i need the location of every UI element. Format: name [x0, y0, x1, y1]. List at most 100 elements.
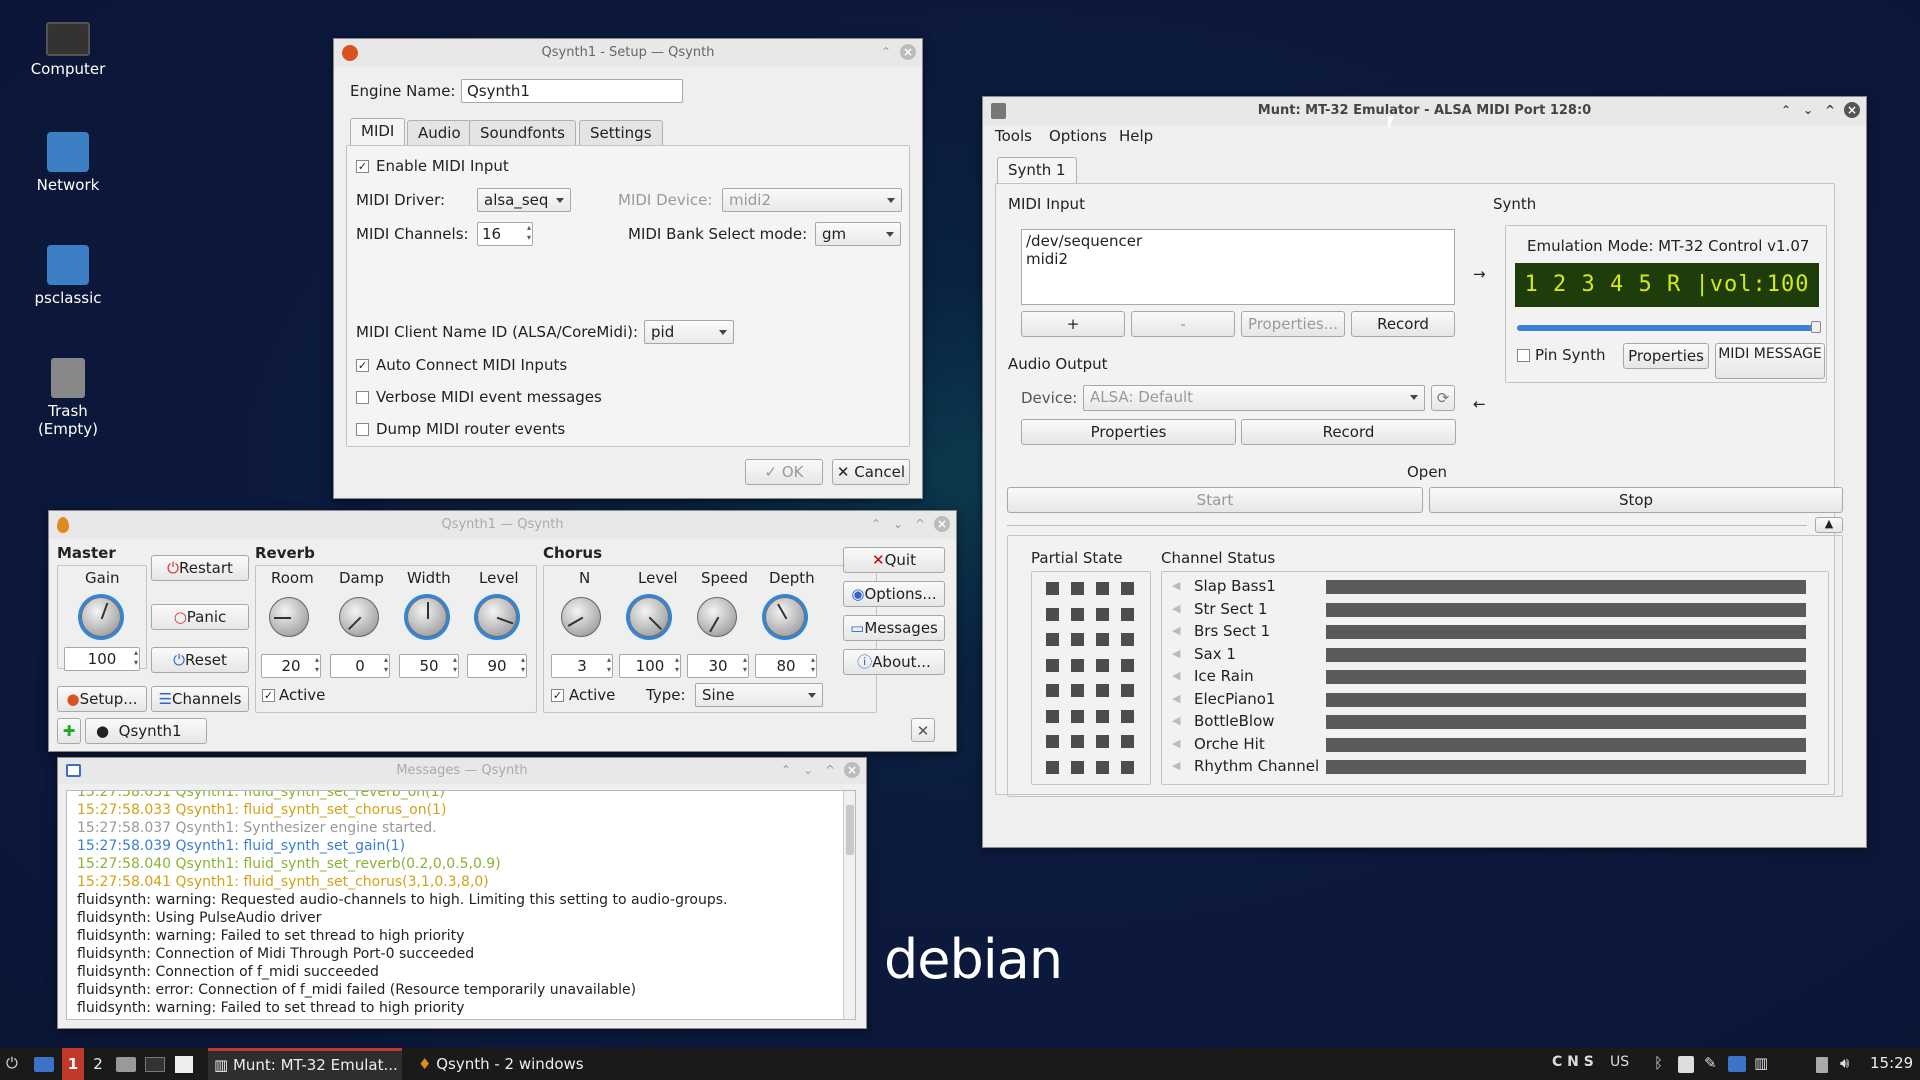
messages-button[interactable]: ▭Messages [843, 615, 945, 641]
panic-button[interactable]: ○Panic [151, 604, 249, 630]
list-item[interactable]: midi2 [1026, 250, 1450, 268]
collapse-button[interactable]: ▲ [1815, 517, 1843, 533]
tab-synth-1[interactable]: Synth 1 [997, 157, 1077, 185]
qsynth-titlebar[interactable]: Qsynth1 — Qsynth ⌃ ⌄ ^ × [49, 511, 956, 539]
menu-help[interactable]: Help [1119, 127, 1153, 145]
menu-tools[interactable]: Tools [995, 127, 1032, 145]
device-combo[interactable]: ALSA: Default [1083, 385, 1425, 411]
messages-scrollbar[interactable] [843, 791, 855, 1019]
add-input-button[interactable]: + [1021, 311, 1125, 337]
level-spinbox[interactable]: 90 [467, 654, 527, 678]
notes-icon[interactable] [1678, 1056, 1694, 1073]
engine-name-field[interactable]: Qsynth1 [461, 79, 683, 103]
tab-soundfonts[interactable]: Soundfonts [469, 120, 576, 146]
shade-icon[interactable]: ⌃ [1778, 102, 1794, 118]
channel-row[interactable]: ◀ BottleBlow [1162, 711, 1806, 733]
close-icon[interactable]: × [934, 516, 950, 532]
channel-row[interactable]: ◀ Sax 1 [1162, 644, 1806, 666]
setup-titlebar[interactable]: Qsynth1 - Setup — Qsynth ⌃ × [334, 39, 922, 67]
close-icon[interactable]: × [844, 762, 860, 778]
delete-engine-button[interactable]: ✕ [911, 718, 935, 742]
start-menu-icon[interactable]: ⏻ [6, 1054, 18, 1072]
midi-channels-spinbox[interactable]: 16 [477, 222, 533, 246]
maximize-icon[interactable]: ^ [912, 516, 928, 532]
depth-spinbox[interactable]: 80 [755, 654, 817, 678]
close-icon[interactable]: × [900, 44, 916, 60]
setup-button[interactable]: ●Setup... [57, 686, 147, 712]
midi-input-list[interactable]: /dev/sequencer midi2 [1021, 229, 1455, 305]
bank-select-combo[interactable]: gm [815, 222, 901, 246]
synth-properties-button[interactable]: Properties [1623, 343, 1709, 369]
chorus-level-spinbox[interactable]: 100 [619, 654, 681, 678]
text-editor-icon[interactable] [175, 1056, 193, 1073]
workspace-2[interactable]: 2 [88, 1048, 108, 1080]
channels-button[interactable]: ☰Channels [151, 686, 249, 712]
file-manager-icon[interactable] [116, 1057, 136, 1072]
pin-synth-checkbox[interactable] [1517, 349, 1530, 362]
stop-button[interactable]: Stop [1429, 487, 1843, 513]
list-item[interactable]: /dev/sequencer [1026, 232, 1450, 250]
input-properties-button[interactable]: Properties... [1241, 311, 1345, 337]
restart-button[interactable]: ⏻Restart [151, 555, 249, 581]
close-icon[interactable]: × [1844, 102, 1860, 118]
gain-knob[interactable] [81, 597, 121, 637]
room-knob[interactable] [269, 597, 309, 637]
depth-knob[interactable] [765, 597, 805, 637]
channel-row[interactable]: ◀ Str Sect 1 [1162, 599, 1806, 621]
cancel-button[interactable]: ✕ Cancel [832, 459, 910, 485]
reset-button[interactable]: ⏻Reset [151, 647, 249, 673]
gain-spinbox[interactable]: 100 [64, 647, 140, 671]
show-desktop-icon[interactable] [34, 1057, 54, 1072]
width-knob[interactable] [407, 597, 447, 637]
scroll-thumb[interactable] [846, 805, 854, 855]
refresh-devices-button[interactable]: ⟳ [1431, 385, 1455, 411]
network-tray-icon[interactable] [1728, 1056, 1746, 1072]
engine-tab[interactable]: ● Qsynth1 [85, 718, 207, 744]
maximize-icon[interactable]: ^ [1822, 102, 1838, 118]
output-properties-button[interactable]: Properties [1021, 419, 1236, 445]
channel-row[interactable]: ◀ ElecPiano1 [1162, 689, 1806, 711]
client-name-combo[interactable]: pid [644, 320, 734, 344]
n-spinbox[interactable]: 3 [551, 654, 613, 678]
verbose-checkbox[interactable] [356, 391, 369, 404]
lcd-display[interactable]: 1 2 3 4 5 R |vol:100 [1515, 263, 1819, 307]
channel-row[interactable]: ◀ Slap Bass1 [1162, 576, 1806, 598]
channel-row[interactable]: ◀ Rhythm Channel [1162, 756, 1806, 778]
speed-knob[interactable] [697, 597, 737, 637]
speed-spinbox[interactable]: 30 [687, 654, 749, 678]
midi-device-select[interactable]: midi2 [722, 188, 902, 212]
enable-midi-checkbox[interactable]: ✓ [356, 160, 369, 173]
input-record-button[interactable]: Record [1351, 311, 1455, 337]
chorus-active-checkbox[interactable]: ✓ [551, 689, 564, 702]
midi-message-button[interactable]: MIDI MESSAGE [1715, 343, 1825, 379]
tab-audio[interactable]: Audio [407, 120, 472, 146]
battery-icon[interactable] [1816, 1057, 1828, 1073]
midi-driver-select[interactable]: alsa_seq [477, 188, 571, 212]
bluetooth-icon[interactable]: ᛒ [1654, 1054, 1663, 1072]
minimize-icon[interactable]: ⌄ [1800, 102, 1816, 118]
volume-icon[interactable]: 🔊︎ [1840, 1054, 1849, 1072]
room-spinbox[interactable]: 20 [261, 654, 321, 678]
tab-midi[interactable]: MIDI [350, 118, 406, 146]
n-knob[interactable] [561, 597, 601, 637]
remove-input-button[interactable]: - [1131, 311, 1235, 337]
workspace-1[interactable]: 1 [62, 1048, 84, 1080]
dump-checkbox[interactable] [356, 423, 369, 436]
shade-icon[interactable]: ⌃ [868, 516, 884, 532]
shade-icon[interactable]: ⌃ [778, 762, 794, 778]
task-munt[interactable]: ▥ Munt: MT-32 Emulat... [208, 1048, 402, 1080]
minimize-icon[interactable]: ⌄ [890, 516, 906, 532]
pen-icon[interactable]: ✎ [1704, 1054, 1717, 1072]
maximize-icon[interactable]: ^ [822, 762, 838, 778]
munt-tray-icon[interactable]: ▥ [1754, 1054, 1768, 1072]
channel-row[interactable]: ◀ Ice Rain [1162, 666, 1806, 688]
chorus-level-knob[interactable] [629, 597, 669, 637]
quit-button[interactable]: ✕Quit [843, 547, 945, 573]
channel-row[interactable]: ◀ Brs Sect 1 [1162, 621, 1806, 643]
desktop-icon-computer[interactable]: Computer [13, 18, 123, 78]
chorus-type-combo[interactable]: Sine [695, 683, 823, 707]
master-volume-slider[interactable] [1517, 321, 1821, 333]
about-button[interactable]: ⓘAbout... [843, 649, 945, 675]
channel-row[interactable]: ◀ Orche Hit [1162, 734, 1806, 756]
damp-spinbox[interactable]: 0 [330, 654, 390, 678]
